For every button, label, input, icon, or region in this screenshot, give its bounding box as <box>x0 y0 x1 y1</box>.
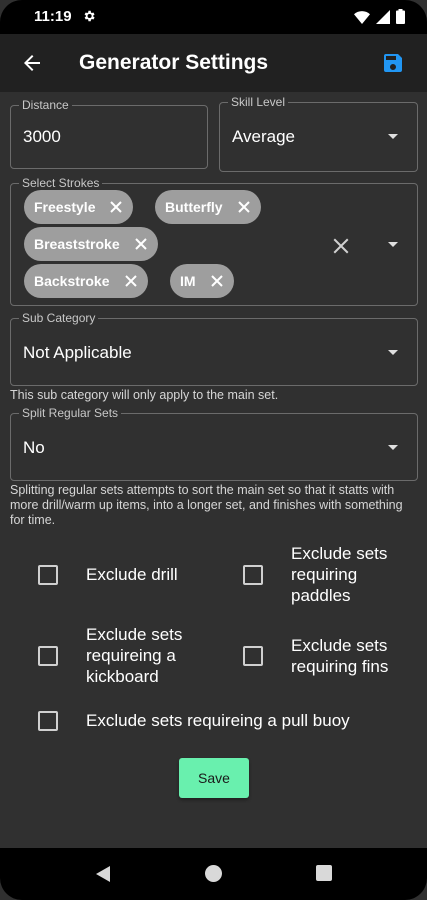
skill-level-value: Average <box>232 127 296 146</box>
exclude-pull-buoy-label: Exclude sets requireing a pull buoy <box>86 711 350 730</box>
nav-home-icon[interactable] <box>205 865 222 882</box>
checkbox-box[interactable] <box>243 646 263 666</box>
save-button[interactable]: Save <box>179 758 249 798</box>
distance-value: 3000 <box>23 127 61 146</box>
checkbox-box[interactable] <box>243 564 263 585</box>
chip-label: Backstroke <box>34 273 110 289</box>
chip-label: Butterfly <box>165 199 223 215</box>
close-icon[interactable] <box>237 200 251 214</box>
nav-recents-icon[interactable] <box>316 865 332 881</box>
chip-backstroke[interactable]: Backstroke <box>24 264 148 298</box>
status-bar: 11:19 <box>0 0 427 34</box>
chevron-down-icon[interactable] <box>388 242 398 247</box>
sub-category-helper: This sub category will only apply to the… <box>10 388 279 402</box>
exclude-drill-label: Exclude drill <box>86 565 178 584</box>
status-time: 11:19 <box>34 8 72 25</box>
clear-all-icon[interactable] <box>332 237 350 255</box>
chevron-down-icon <box>388 134 398 139</box>
sub-category-select[interactable]: Sub Category Not Applicable <box>10 311 418 386</box>
chip-label: IM <box>180 273 196 289</box>
exclude-paddles-label: Exclude sets requiring paddles <box>291 544 388 605</box>
chevron-down-icon <box>388 445 398 450</box>
checkbox-box[interactable] <box>38 645 58 666</box>
split-sets-select[interactable]: Split Regular Sets No <box>10 406 418 481</box>
chip-butterfly[interactable]: Butterfly <box>155 190 261 224</box>
exclude-kickboard-label: Exclude sets requireing a kickboard <box>86 625 183 686</box>
skill-level-label: Skill Level <box>228 95 289 109</box>
system-nav-bar <box>0 848 427 900</box>
exclude-paddles-checkbox[interactable]: Exclude sets requiring paddles <box>243 543 401 606</box>
chip-freestyle[interactable]: Freestyle <box>24 190 134 224</box>
strokes-multiselect[interactable]: Select Strokes Freestyle Butterfly Breas… <box>10 176 418 306</box>
exclude-fins-checkbox[interactable]: Exclude sets requiring fins <box>243 635 406 677</box>
exclude-kickboard-checkbox[interactable]: Exclude sets requireing a kickboard <box>38 624 198 687</box>
nav-back-icon[interactable] <box>96 866 110 882</box>
checkbox-box[interactable] <box>38 710 58 731</box>
distance-label: Distance <box>19 98 72 112</box>
close-icon[interactable] <box>210 274 224 288</box>
exclude-fins-label: Exclude sets requiring fins <box>291 636 389 676</box>
checkbox-box[interactable] <box>38 564 58 585</box>
close-icon[interactable] <box>109 200 123 214</box>
page-title: Generator Settings <box>79 51 269 74</box>
distance-field[interactable]: Distance 3000 <box>10 98 208 169</box>
arrow-left-icon[interactable] <box>20 51 44 75</box>
app-screen: 11:19 Generator Settings Distance 3000 S… <box>0 0 427 900</box>
chevron-down-icon <box>388 350 398 355</box>
gear-icon <box>84 10 95 22</box>
split-sets-label: Split Regular Sets <box>19 406 122 420</box>
skill-level-select[interactable]: Skill Level Average <box>219 95 418 172</box>
exclude-drill-checkbox[interactable]: Exclude drill <box>38 564 196 585</box>
chip-label: Breaststroke <box>34 236 120 252</box>
chip-label: Freestyle <box>34 199 96 215</box>
exclude-pull-buoy-checkbox[interactable]: Exclude sets requireing a pull buoy <box>38 710 350 731</box>
wifi-icon <box>354 10 370 24</box>
strokes-label: Select Strokes <box>19 176 103 190</box>
sub-category-label: Sub Category <box>19 311 99 325</box>
floppy-disk-icon[interactable] <box>381 51 405 75</box>
close-icon[interactable] <box>134 237 148 251</box>
battery-icon <box>396 9 405 24</box>
split-sets-value: No <box>23 438 45 457</box>
chip-breaststroke[interactable]: Breaststroke <box>24 227 158 261</box>
split-sets-helper: Splitting regular sets attempts to sort … <box>10 483 403 527</box>
chip-im[interactable]: IM <box>170 264 234 298</box>
sub-category-value: Not Applicable <box>23 343 132 362</box>
app-bar: Generator Settings <box>0 34 427 92</box>
status-icons <box>354 9 405 24</box>
close-icon[interactable] <box>124 274 138 288</box>
signal-icon <box>376 9 390 24</box>
